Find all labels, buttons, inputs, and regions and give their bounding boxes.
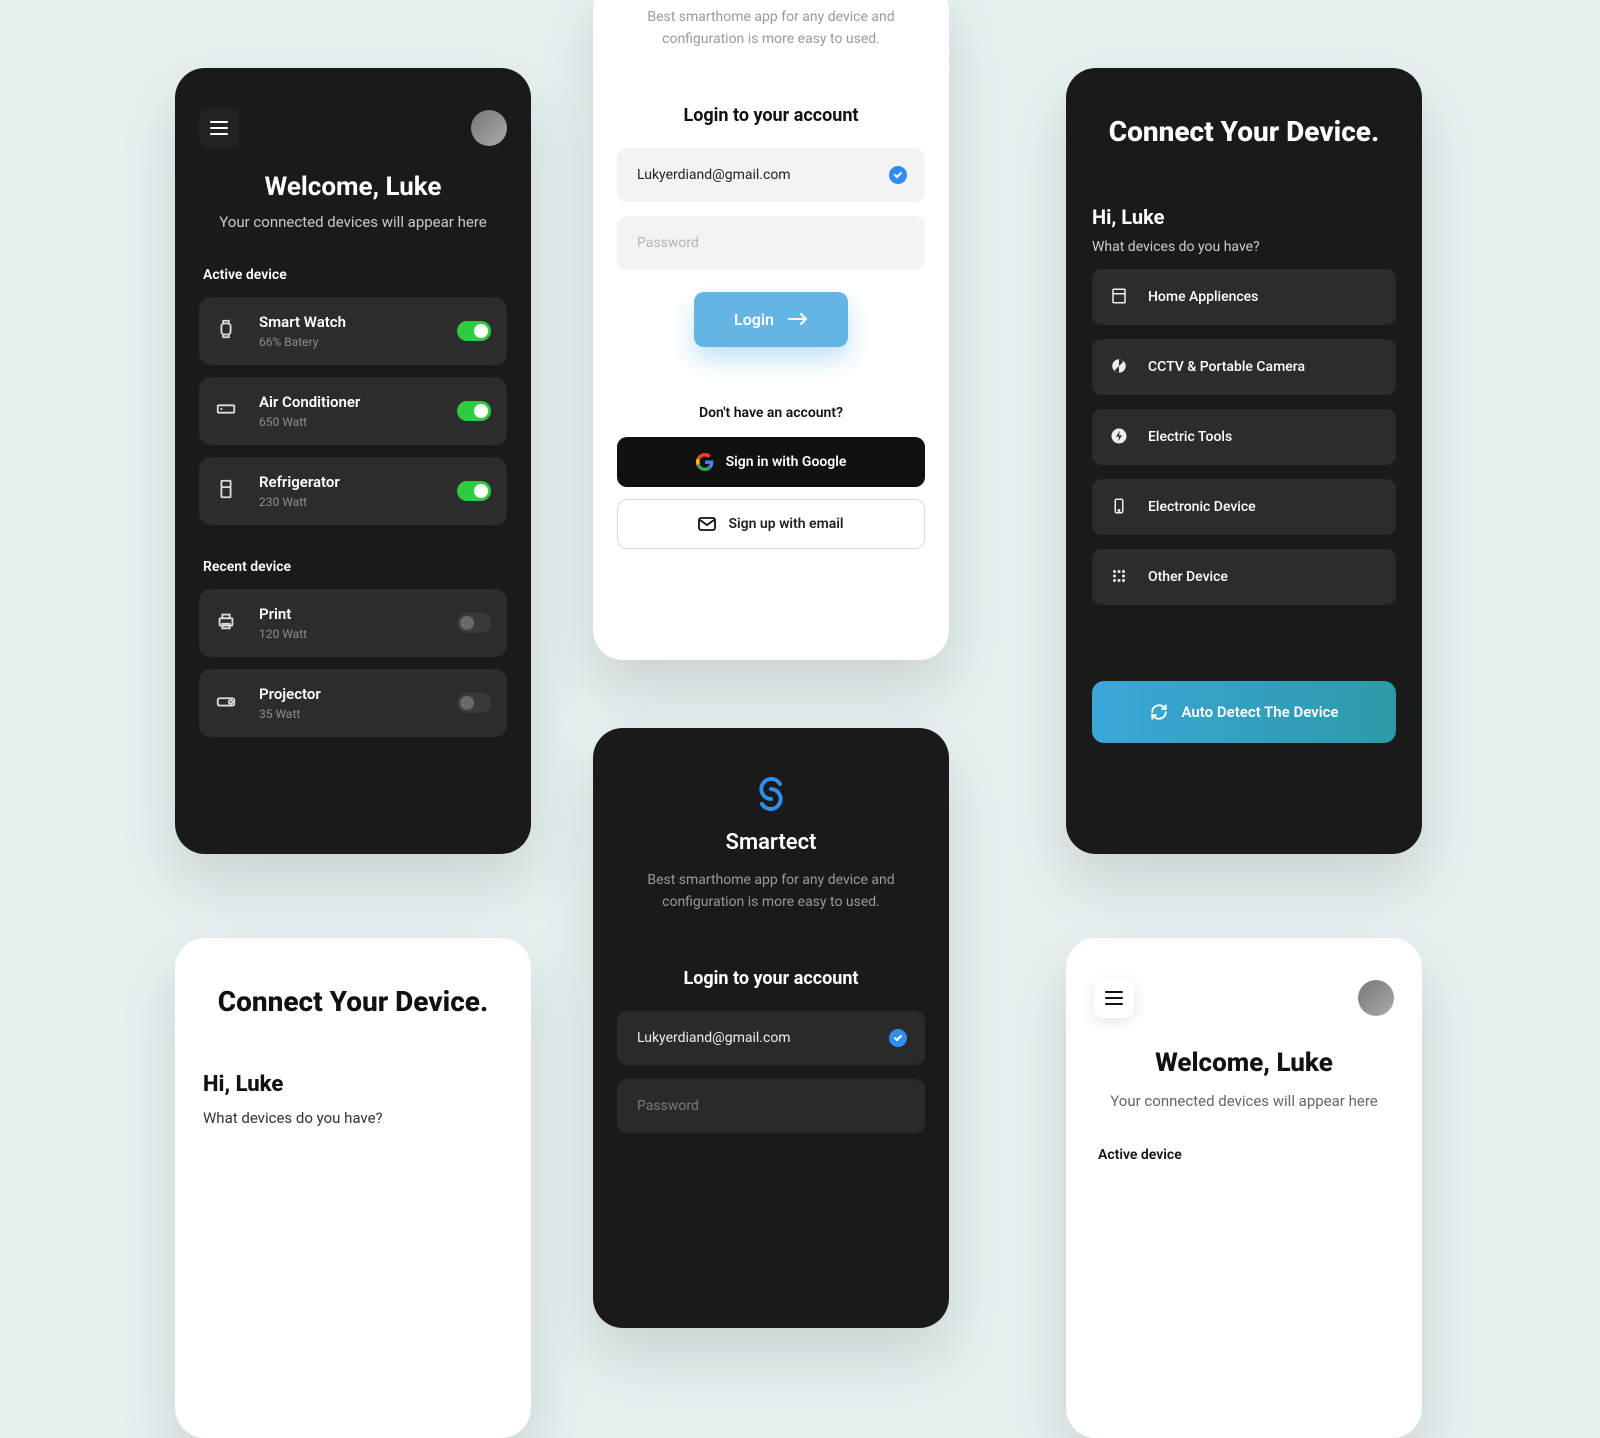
- category-electronic-device[interactable]: Electronic Device: [1092, 479, 1396, 535]
- projector-icon: [215, 690, 241, 716]
- connect-screen-dark: Connect Your Device. Hi, Luke What devic…: [1066, 68, 1422, 854]
- login-button-label: Login: [734, 310, 774, 329]
- category-home-appliances[interactable]: Home Appliences: [1092, 269, 1396, 325]
- category-label: CCTV & Portable Camera: [1148, 359, 1305, 375]
- category-label: Other Device: [1148, 569, 1228, 585]
- signup-prompt: Don't have an account?: [617, 405, 925, 421]
- welcome-subtitle: Your connected devices will appear here: [1094, 1090, 1394, 1113]
- appliances-icon: [1110, 287, 1130, 307]
- device-row[interactable]: Print 120 Watt: [199, 589, 507, 657]
- login-screen-light: Best smarthome app for any device and co…: [593, 0, 949, 660]
- device-toggle[interactable]: [457, 321, 491, 341]
- email-input[interactable]: [635, 166, 889, 184]
- hamburger-icon: [210, 121, 228, 135]
- welcome-screen-light: Welcome, Luke Your connected devices wil…: [1066, 938, 1422, 1438]
- watch-icon: [215, 318, 241, 344]
- device-row[interactable]: Refrigerator 230 Watt: [199, 457, 507, 525]
- device-toggle[interactable]: [457, 401, 491, 421]
- password-input[interactable]: [635, 234, 907, 252]
- device-toggle[interactable]: [457, 613, 491, 633]
- refresh-icon: [1150, 703, 1168, 721]
- device-meta: 66% Batery: [259, 335, 346, 349]
- device-row[interactable]: Projector 35 Watt: [199, 669, 507, 737]
- connect-title: Connect Your Device.: [1092, 114, 1396, 149]
- check-icon: [889, 166, 907, 184]
- device-row[interactable]: Air Conditioner 650 Watt: [199, 377, 507, 445]
- google-signin-label: Sign in with Google: [726, 454, 847, 470]
- connect-title: Connect Your Device.: [203, 984, 503, 1020]
- category-label: Electric Tools: [1148, 429, 1232, 445]
- camera-icon: [1110, 357, 1130, 377]
- email-signup-button[interactable]: Sign up with email: [617, 499, 925, 549]
- connect-greeting: Hi, Luke: [1092, 205, 1396, 229]
- arrow-right-icon: [788, 312, 808, 326]
- welcome-subtitle: Your connected devices will appear here: [199, 212, 507, 233]
- password-input[interactable]: [635, 1097, 907, 1115]
- active-device-label: Active device: [203, 267, 507, 283]
- connect-question: What devices do you have?: [1092, 239, 1396, 255]
- active-device-label: Active device: [1098, 1147, 1394, 1163]
- brand-name: Smartect: [726, 830, 817, 855]
- connect-question: What devices do you have?: [203, 1109, 503, 1127]
- category-cctv[interactable]: CCTV & Portable Camera: [1092, 339, 1396, 395]
- password-field[interactable]: [617, 216, 925, 270]
- device-name: Air Conditioner: [259, 393, 360, 411]
- device-toggle[interactable]: [457, 481, 491, 501]
- phone-icon: [1110, 497, 1130, 517]
- menu-button[interactable]: [199, 108, 239, 148]
- ac-icon: [215, 398, 241, 424]
- category-other[interactable]: Other Device: [1092, 549, 1396, 605]
- welcome-title: Welcome, Luke: [1094, 1048, 1394, 1078]
- login-button[interactable]: Login: [694, 292, 848, 347]
- menu-button[interactable]: [1094, 978, 1134, 1018]
- category-label: Home Appliences: [1148, 289, 1258, 305]
- avatar[interactable]: [471, 110, 507, 146]
- check-icon: [889, 1029, 907, 1047]
- avatar[interactable]: [1358, 980, 1394, 1016]
- app-tagline: Best smarthome app for any device and co…: [627, 6, 915, 51]
- device-name: Projector: [259, 685, 321, 703]
- mail-icon: [698, 517, 716, 531]
- printer-icon: [215, 610, 241, 636]
- app-tagline: Best smarthome app for any device and co…: [627, 869, 915, 914]
- email-field[interactable]: [617, 148, 925, 202]
- auto-detect-button[interactable]: Auto Detect The Device: [1092, 681, 1396, 743]
- email-signup-label: Sign up with email: [728, 516, 843, 532]
- device-row[interactable]: Smart Watch 66% Batery: [199, 297, 507, 365]
- welcome-title: Welcome, Luke: [199, 172, 507, 202]
- login-screen-dark: Smartect Best smarthome app for any devi…: [593, 728, 949, 1328]
- category-electric-tools[interactable]: Electric Tools: [1092, 409, 1396, 465]
- google-signin-button[interactable]: Sign in with Google: [617, 437, 925, 487]
- device-meta: 230 Watt: [259, 495, 340, 509]
- hamburger-icon: [1105, 991, 1123, 1005]
- recent-device-label: Recent device: [203, 559, 507, 575]
- grid-icon: [1110, 567, 1130, 587]
- email-field[interactable]: [617, 1011, 925, 1065]
- connect-greeting: Hi, Luke: [203, 1072, 503, 1097]
- device-name: Refrigerator: [259, 473, 340, 491]
- fridge-icon: [215, 478, 241, 504]
- device-name: Smart Watch: [259, 313, 346, 331]
- device-toggle[interactable]: [457, 693, 491, 713]
- device-meta: 120 Watt: [259, 627, 307, 641]
- device-meta: 650 Watt: [259, 415, 360, 429]
- email-input[interactable]: [635, 1029, 889, 1047]
- auto-detect-label: Auto Detect The Device: [1182, 703, 1339, 721]
- device-name: Print: [259, 605, 307, 623]
- google-icon: [696, 453, 714, 471]
- category-label: Electronic Device: [1148, 499, 1256, 515]
- brand-logo-icon: [752, 772, 790, 816]
- bolt-icon: [1110, 427, 1130, 447]
- login-heading: Login to your account: [617, 105, 925, 126]
- connect-screen-light: Connect Your Device. Hi, Luke What devic…: [175, 938, 531, 1438]
- device-meta: 35 Watt: [259, 707, 321, 721]
- welcome-screen-dark: Welcome, Luke Your connected devices wil…: [175, 68, 531, 854]
- password-field[interactable]: [617, 1079, 925, 1133]
- login-heading: Login to your account: [617, 968, 925, 989]
